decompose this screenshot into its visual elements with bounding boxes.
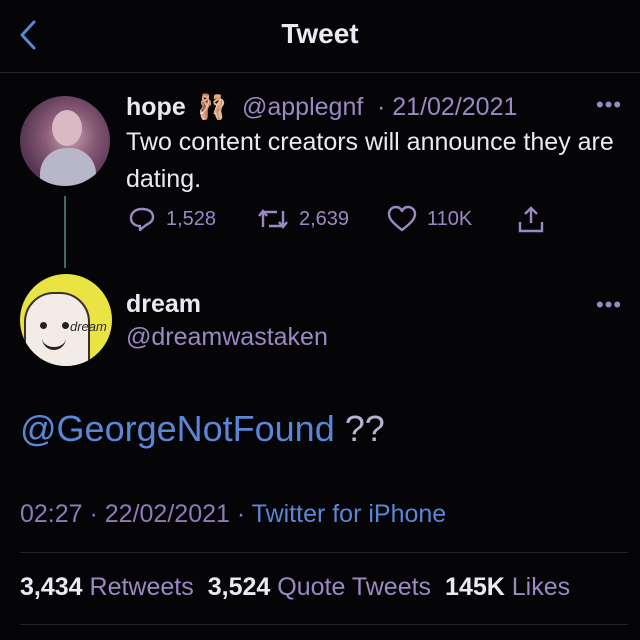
retweets-label: Retweets bbox=[89, 573, 194, 601]
share-icon bbox=[518, 206, 544, 233]
tweet-timestamp: 02:27 · 22/02/2021 · Twitter for iPhone bbox=[20, 500, 446, 529]
avatar[interactable]: dream bbox=[20, 274, 112, 366]
ballet-emoji-icon: 🩰 bbox=[197, 94, 227, 121]
author-name[interactable]: hope bbox=[126, 93, 186, 122]
divider bbox=[20, 552, 628, 553]
engagement-stats: 3,434 Retweets 3,524 Quote Tweets 145K Lik… bbox=[20, 573, 584, 602]
more-options-button[interactable]: ••• bbox=[596, 92, 622, 118]
like-button[interactable]: 110K bbox=[387, 205, 472, 233]
author-handle[interactable]: @applegnf bbox=[242, 93, 363, 122]
tweet-time: 02:27 · 22/02/2021 · bbox=[20, 500, 246, 528]
author-handle[interactable]: @dreamwastaken bbox=[126, 323, 328, 352]
mention-link[interactable]: @GeorgeNotFound bbox=[20, 408, 335, 449]
page-title: Tweet bbox=[281, 18, 359, 49]
likes-count: 145K bbox=[445, 573, 505, 601]
likes-stat[interactable]: 145K Likes bbox=[445, 573, 570, 601]
retweet-count: 2,639 bbox=[299, 207, 350, 230]
thread-connector bbox=[64, 196, 66, 268]
avatar-label: dream bbox=[70, 319, 107, 334]
quotes-count: 3,524 bbox=[207, 573, 271, 601]
retweet-button[interactable]: 2,639 bbox=[257, 205, 349, 233]
retweet-icon bbox=[258, 209, 288, 229]
tweet-text: @GeorgeNotFound ?? bbox=[20, 408, 385, 450]
likes-label: Likes bbox=[511, 573, 571, 601]
avatar[interactable] bbox=[20, 96, 110, 186]
reply-button[interactable]: 1,528 bbox=[128, 205, 216, 233]
source-link[interactable]: Twitter for iPhone bbox=[252, 500, 447, 528]
author-name[interactable]: dream bbox=[126, 290, 201, 319]
divider bbox=[20, 624, 628, 625]
heart-icon bbox=[387, 205, 417, 232]
top-bar: Tweet bbox=[0, 0, 640, 73]
more-options-button[interactable]: ••• bbox=[596, 292, 622, 318]
tweet-date: · 21/02/2021 bbox=[377, 93, 518, 121]
tweet-text: Two content creators will announce they … bbox=[126, 128, 614, 193]
share-button[interactable] bbox=[517, 205, 545, 235]
like-count: 110K bbox=[427, 207, 473, 230]
retweets-stat[interactable]: 3,434 Retweets bbox=[20, 573, 194, 601]
retweets-count: 3,434 bbox=[20, 573, 83, 601]
reply-count: 1,528 bbox=[166, 207, 217, 230]
quote-tweets-stat[interactable]: 3,524 Quote Tweets bbox=[208, 573, 431, 601]
tweet-text-rest: ?? bbox=[334, 408, 385, 449]
quotes-label: Quote Tweets bbox=[277, 573, 432, 601]
reply-icon bbox=[129, 207, 155, 232]
